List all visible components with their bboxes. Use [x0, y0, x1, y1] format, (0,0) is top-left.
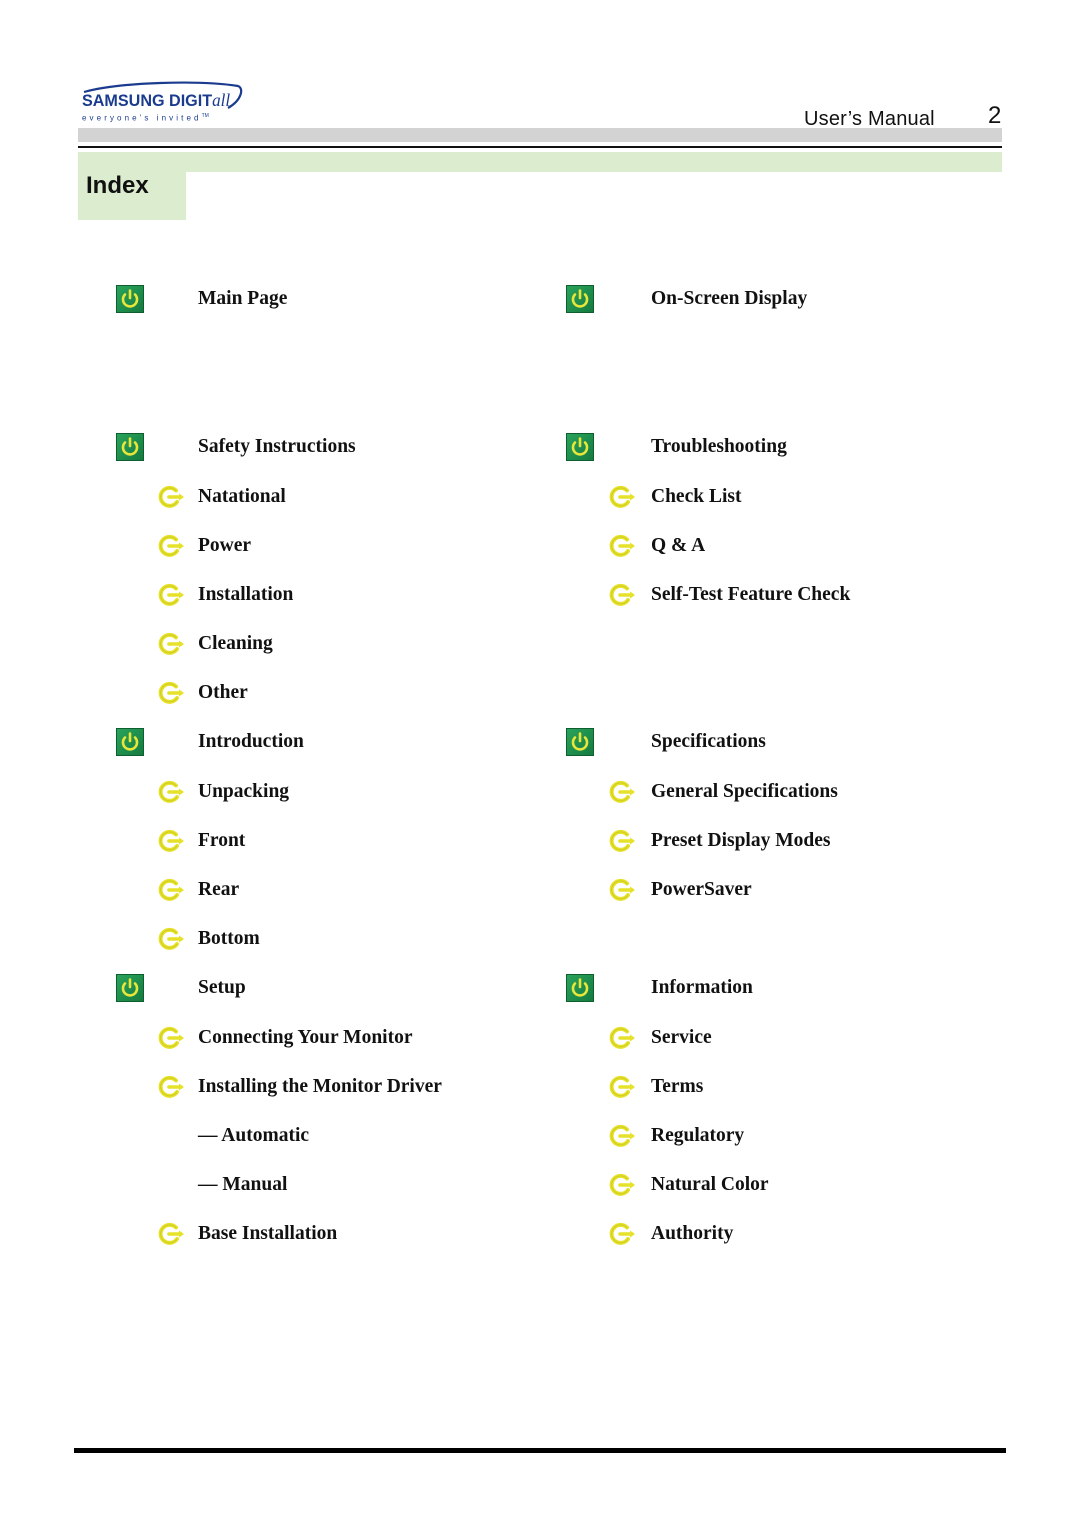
item-label[interactable]: Unpacking: [198, 781, 289, 803]
section-title[interactable]: On-Screen Display: [651, 288, 807, 310]
item-label[interactable]: Regulatory: [651, 1125, 744, 1147]
item-label[interactable]: Base Installation: [198, 1223, 337, 1245]
arrow-circle-icon[interactable]: [156, 828, 186, 854]
power-icon[interactable]: [116, 728, 144, 756]
arrow-circle-icon[interactable]: [156, 631, 186, 657]
content-card-corner: [186, 172, 1002, 232]
arrow-circle-icon[interactable]: [156, 1074, 186, 1100]
power-icon[interactable]: [566, 285, 594, 313]
arrow-circle-icon[interactable]: [607, 877, 637, 903]
arrow-circle-icon[interactable]: [607, 1221, 637, 1247]
arrow-circle-icon[interactable]: [607, 1123, 637, 1149]
arrow-circle-icon[interactable]: [156, 779, 186, 805]
item-label[interactable]: — Automatic: [198, 1125, 309, 1147]
arrow-circle-icon[interactable]: [156, 926, 186, 952]
logo-tagline: everyone's invitedTM: [82, 113, 209, 123]
page-title: Index: [86, 172, 149, 199]
arrow-circle-icon[interactable]: [607, 1172, 637, 1198]
item-label[interactable]: Power: [198, 535, 251, 557]
item-label[interactable]: Installing the Monitor Driver: [198, 1076, 442, 1098]
logo-brand-suffix: all: [212, 90, 231, 110]
logo-brand-text: SAMSUNG DIGIT: [82, 91, 213, 110]
item-label[interactable]: Cleaning: [198, 633, 273, 655]
section-title[interactable]: Safety Instructions: [198, 436, 356, 458]
power-icon[interactable]: [566, 433, 594, 461]
header-divider: [78, 146, 1002, 148]
logo-brand: SAMSUNG DIGITall: [82, 90, 230, 111]
arrow-circle-icon[interactable]: [607, 1025, 637, 1051]
arrow-circle-icon[interactable]: [156, 533, 186, 559]
arrow-circle-icon[interactable]: [156, 1221, 186, 1247]
arrow-circle-icon[interactable]: [156, 582, 186, 608]
item-label[interactable]: Self-Test Feature Check: [651, 584, 850, 606]
item-label[interactable]: Check List: [651, 486, 741, 508]
arrow-circle-icon[interactable]: [156, 680, 186, 706]
arrow-circle-icon[interactable]: [607, 828, 637, 854]
arrow-circle-icon[interactable]: [607, 484, 637, 510]
arrow-circle-icon[interactable]: [156, 1025, 186, 1051]
item-label[interactable]: Front: [198, 830, 245, 852]
item-label[interactable]: Q & A: [651, 535, 705, 557]
item-label[interactable]: Installation: [198, 584, 293, 606]
item-label[interactable]: Bottom: [198, 928, 260, 950]
item-label[interactable]: Authority: [651, 1223, 733, 1245]
item-label[interactable]: Connecting Your Monitor: [198, 1027, 413, 1049]
trademark-mark: TM: [201, 113, 209, 119]
section-title[interactable]: Setup: [198, 977, 246, 999]
power-icon[interactable]: [566, 974, 594, 1002]
header-gray-bar: [78, 128, 1002, 142]
item-label[interactable]: Other: [198, 682, 248, 704]
samsung-logo: SAMSUNG DIGITall everyone's invitedTM: [80, 80, 250, 128]
power-icon[interactable]: [116, 285, 144, 313]
item-label[interactable]: PowerSaver: [651, 879, 752, 901]
item-label[interactable]: Rear: [198, 879, 239, 901]
item-label[interactable]: General Specifications: [651, 781, 838, 803]
arrow-circle-icon[interactable]: [156, 484, 186, 510]
arrow-circle-icon[interactable]: [607, 779, 637, 805]
footer-divider: [74, 1448, 1006, 1453]
section-title[interactable]: Information: [651, 977, 753, 999]
section-title[interactable]: Troubleshooting: [651, 436, 787, 458]
item-label[interactable]: Natural Color: [651, 1174, 769, 1196]
section-title[interactable]: Main Page: [198, 288, 287, 310]
item-label[interactable]: Natational: [198, 486, 286, 508]
header-green-band: [78, 152, 1002, 172]
power-icon[interactable]: [566, 728, 594, 756]
arrow-circle-icon[interactable]: [156, 877, 186, 903]
logo-tagline-text: everyone's invited: [82, 113, 202, 123]
section-title[interactable]: Specifications: [651, 731, 766, 753]
page-number: 2: [988, 102, 1002, 129]
item-label[interactable]: Terms: [651, 1076, 703, 1098]
power-icon[interactable]: [116, 974, 144, 1002]
arrow-circle-icon[interactable]: [607, 533, 637, 559]
item-label[interactable]: Service: [651, 1027, 712, 1049]
arrow-circle-icon[interactable]: [607, 1074, 637, 1100]
section-title[interactable]: Introduction: [198, 731, 304, 753]
item-label[interactable]: — Manual: [198, 1174, 287, 1196]
item-label[interactable]: Preset Display Modes: [651, 830, 830, 852]
power-icon[interactable]: [116, 433, 144, 461]
arrow-circle-icon[interactable]: [607, 582, 637, 608]
